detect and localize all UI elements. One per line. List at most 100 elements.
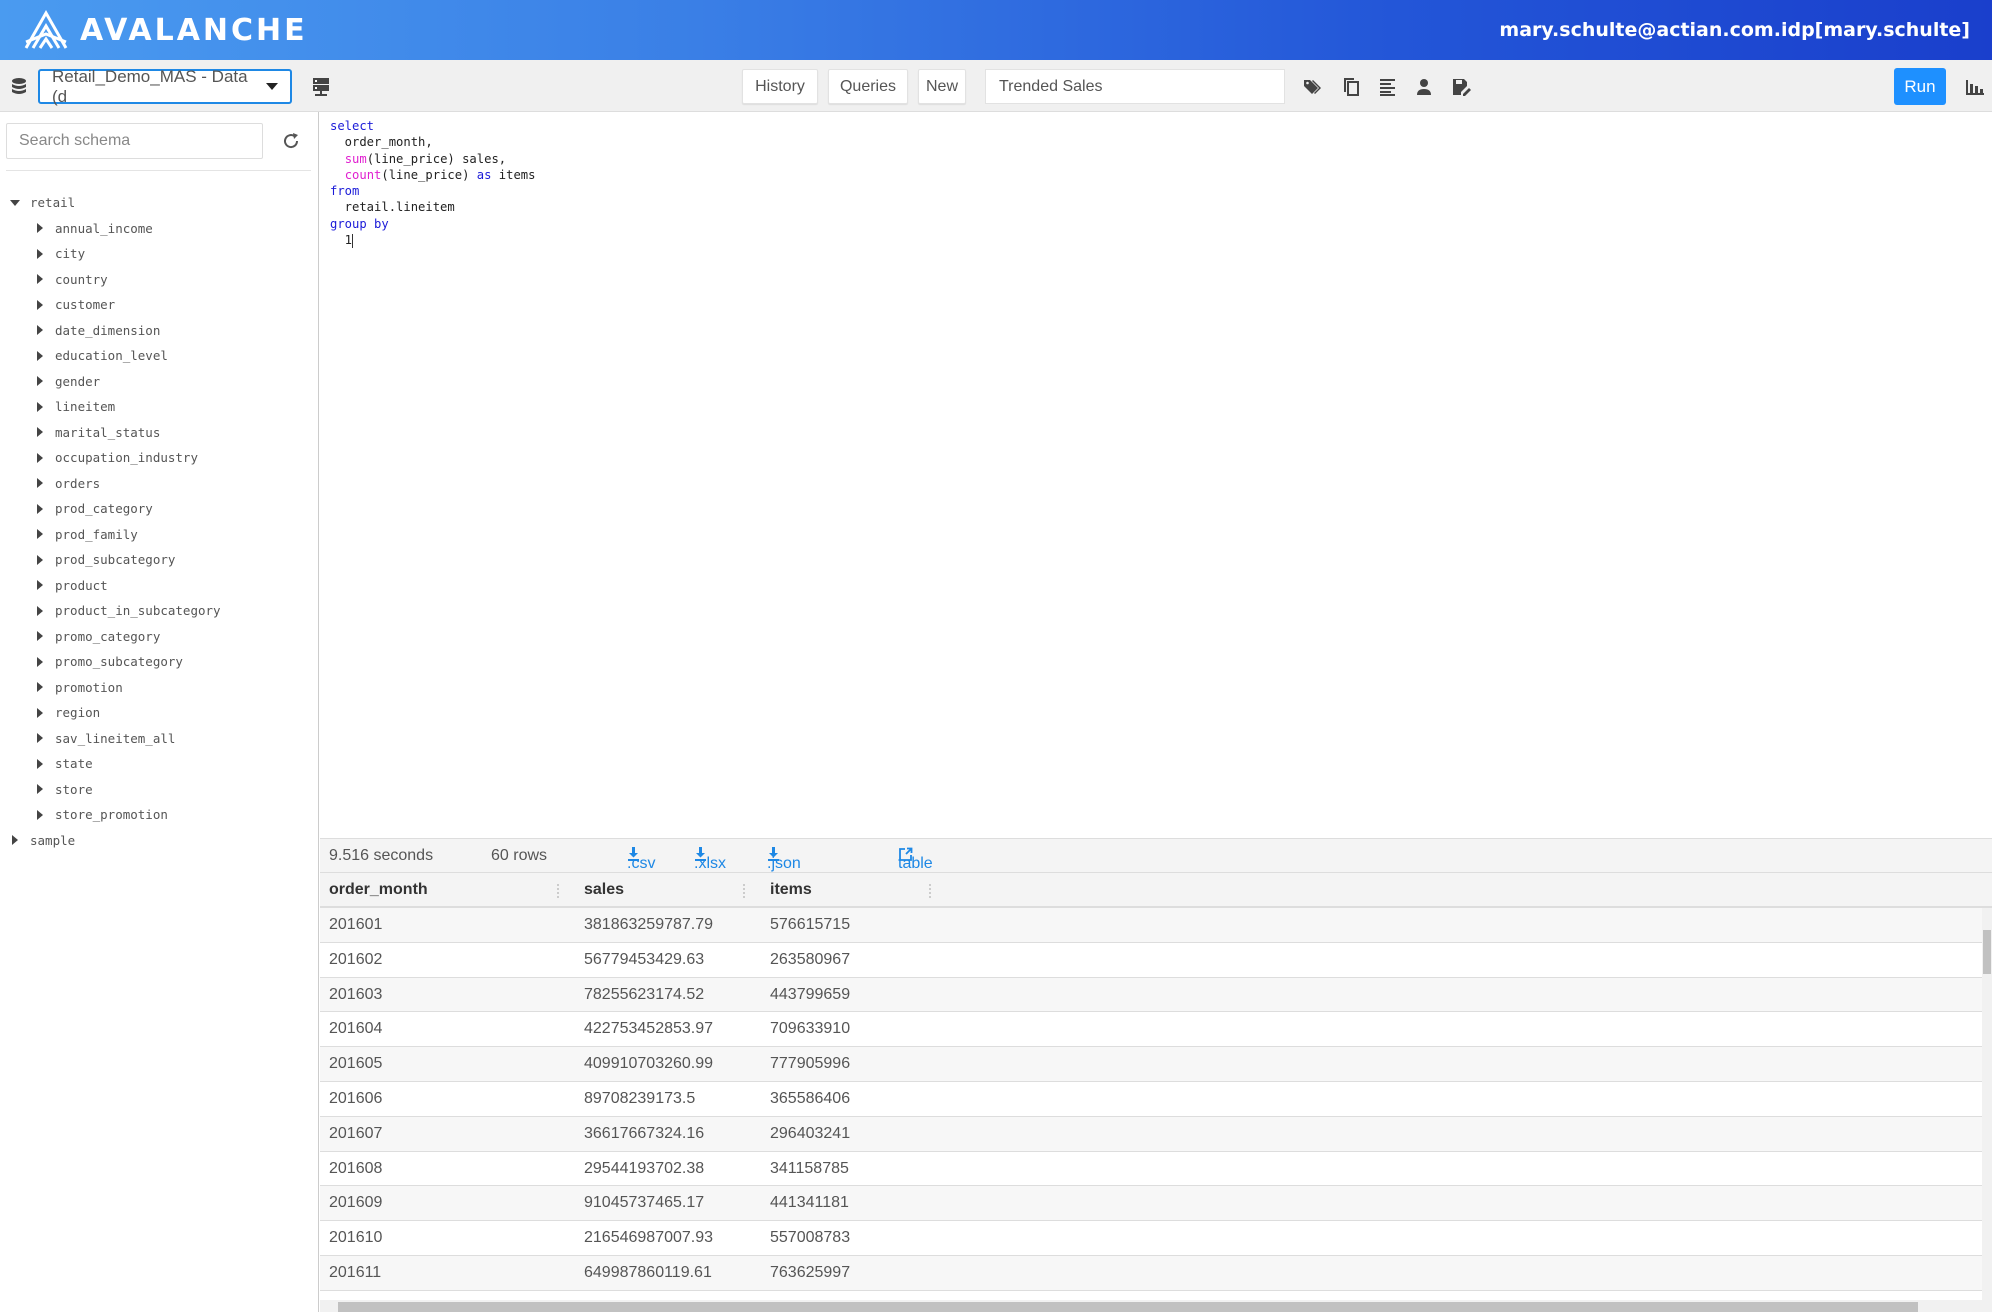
table-row[interactable]: 201604 422753452853.97 709633910 xyxy=(320,1012,1982,1048)
table-row[interactable]: 201603 78255623174.52 443799659 xyxy=(320,977,1982,1013)
tree-table-state[interactable]: state xyxy=(0,751,318,777)
caret-right-icon[interactable] xyxy=(31,274,49,285)
tree-table-promo-category[interactable]: promo_category xyxy=(0,624,318,650)
tree-table-promo-subcategory[interactable]: promo_subcategory xyxy=(0,649,318,675)
cell-items[interactable]: 263580967 xyxy=(770,951,850,969)
cell-sales[interactable]: 381863259787.79 xyxy=(584,916,713,934)
server-icon[interactable] xyxy=(312,77,330,97)
caret-right-icon[interactable] xyxy=(31,427,49,438)
caret-right-icon[interactable] xyxy=(31,784,49,795)
cell-order-month[interactable]: 201602 xyxy=(329,951,382,969)
cell-order-month[interactable]: 201611 xyxy=(329,1264,381,1282)
cell-order-month[interactable]: 201609 xyxy=(329,1194,382,1212)
tree-table-annual-income[interactable]: annual_income xyxy=(0,216,318,242)
tree-table-prod-category[interactable]: prod_category xyxy=(0,496,318,522)
column-resize-handle[interactable] xyxy=(557,884,559,898)
brand-logo[interactable]: AVALANCHE xyxy=(22,9,308,51)
caret-right-icon[interactable] xyxy=(31,682,49,693)
cell-items[interactable]: 777905996 xyxy=(770,1055,850,1073)
tree-table-prod-subcategory[interactable]: prod_subcategory xyxy=(0,547,318,573)
cell-sales[interactable]: 29544193702.38 xyxy=(584,1160,704,1178)
caret-right-icon[interactable] xyxy=(31,299,49,310)
cell-sales[interactable]: 56779453429.63 xyxy=(584,951,704,969)
copy-icon[interactable] xyxy=(1341,77,1361,97)
caret-right-icon[interactable] xyxy=(31,478,49,489)
cell-sales[interactable]: 422753452853.97 xyxy=(584,1020,713,1038)
queries-button[interactable]: Queries xyxy=(828,69,908,104)
table-row[interactable]: 201601 381863259787.79 576615715 xyxy=(320,908,1982,943)
tree-table-customer[interactable]: customer xyxy=(0,292,318,318)
cell-items[interactable]: 365586406 xyxy=(770,1090,850,1108)
tree-table-gender[interactable]: gender xyxy=(0,369,318,395)
search-schema-input[interactable] xyxy=(6,123,263,159)
caret-down-icon[interactable] xyxy=(6,199,24,206)
user-icon[interactable] xyxy=(1414,77,1434,97)
cell-sales[interactable]: 36617667324.16 xyxy=(584,1125,704,1143)
save-icon[interactable] xyxy=(1451,77,1471,97)
tree-table-education-level[interactable]: education_level xyxy=(0,343,318,369)
history-button[interactable]: History xyxy=(742,69,818,104)
cell-order-month[interactable]: 201603 xyxy=(329,986,382,1004)
chart-icon[interactable] xyxy=(1965,77,1985,97)
cell-order-month[interactable]: 201605 xyxy=(329,1055,382,1073)
caret-right-icon[interactable] xyxy=(31,529,49,540)
caret-right-icon[interactable] xyxy=(31,503,49,514)
tree-table-promotion[interactable]: promotion xyxy=(0,675,318,701)
column-header-sales[interactable]: sales xyxy=(584,881,624,899)
query-name-input[interactable]: Trended Sales xyxy=(985,69,1285,104)
cell-items[interactable]: 576615715 xyxy=(770,916,850,934)
caret-right-icon[interactable] xyxy=(31,223,49,234)
caret-right-icon[interactable] xyxy=(31,401,49,412)
run-button[interactable]: Run xyxy=(1894,68,1946,105)
tree-table-city[interactable]: city xyxy=(0,241,318,267)
cell-order-month[interactable]: 201607 xyxy=(329,1125,382,1143)
cell-items[interactable]: 296403241 xyxy=(770,1125,850,1143)
cell-items[interactable]: 443799659 xyxy=(770,986,850,1004)
table-row[interactable]: 201606 89708239173.5 365586406 xyxy=(320,1081,1982,1117)
caret-right-icon[interactable] xyxy=(31,809,49,820)
vertical-scrollbar[interactable] xyxy=(1982,908,1992,1300)
caret-right-icon[interactable] xyxy=(31,758,49,769)
new-query-button[interactable]: New xyxy=(918,69,966,104)
caret-right-icon[interactable] xyxy=(31,325,49,336)
horizontal-scrollbar[interactable] xyxy=(320,1300,1992,1312)
sql-editor[interactable]: select order_month, sum(line_price) sale… xyxy=(320,112,1992,838)
cell-sales[interactable]: 91045737465.17 xyxy=(584,1194,704,1212)
cell-sales[interactable]: 78255623174.52 xyxy=(584,986,704,1004)
caret-right-icon[interactable] xyxy=(31,452,49,463)
tree-table-date-dimension[interactable]: date_dimension xyxy=(0,318,318,344)
cell-items[interactable]: 557008783 xyxy=(770,1229,850,1247)
cell-order-month[interactable]: 201608 xyxy=(329,1160,382,1178)
caret-right-icon[interactable] xyxy=(31,631,49,642)
caret-right-icon[interactable] xyxy=(31,350,49,361)
table-row[interactable]: 201611 649987860119.61 763625997 xyxy=(320,1255,1982,1291)
download-json-link[interactable]: .json xyxy=(767,847,801,872)
caret-right-icon[interactable] xyxy=(31,707,49,718)
cell-sales[interactable]: 216546987007.93 xyxy=(584,1229,713,1247)
table-row[interactable]: 201607 36617667324.16 296403241 xyxy=(320,1116,1982,1152)
open-table-link[interactable]: table xyxy=(898,847,933,872)
cell-items[interactable]: 441341181 xyxy=(770,1194,849,1212)
caret-right-icon[interactable] xyxy=(6,835,24,846)
tree-table-orders[interactable]: orders xyxy=(0,471,318,497)
column-resize-handle[interactable] xyxy=(929,884,931,898)
table-row[interactable]: 201609 91045737465.17 441341181 xyxy=(320,1186,1982,1222)
caret-right-icon[interactable] xyxy=(31,376,49,387)
table-row[interactable]: 201605 409910703260.99 777905996 xyxy=(320,1047,1982,1082)
tag-icon[interactable] xyxy=(1303,77,1323,97)
cell-sales[interactable]: 649987860119.61 xyxy=(584,1264,712,1282)
tree-table-marital-status[interactable]: marital_status xyxy=(0,420,318,446)
scrollbar-thumb[interactable] xyxy=(338,1302,1918,1312)
cell-order-month[interactable]: 201610 xyxy=(329,1229,382,1247)
caret-right-icon[interactable] xyxy=(31,656,49,667)
caret-right-icon[interactable] xyxy=(31,580,49,591)
cell-sales[interactable]: 409910703260.99 xyxy=(584,1055,713,1073)
cell-order-month[interactable]: 201604 xyxy=(329,1020,382,1038)
database-select[interactable]: Retail_Demo_MAS - Data (d xyxy=(38,67,292,106)
column-header-order-month[interactable]: order_month xyxy=(329,881,428,899)
caret-right-icon[interactable] xyxy=(31,554,49,565)
cell-items[interactable]: 341158785 xyxy=(770,1160,849,1178)
refresh-icon[interactable] xyxy=(282,132,300,150)
column-resize-handle[interactable] xyxy=(743,884,745,898)
cell-order-month[interactable]: 201606 xyxy=(329,1090,382,1108)
